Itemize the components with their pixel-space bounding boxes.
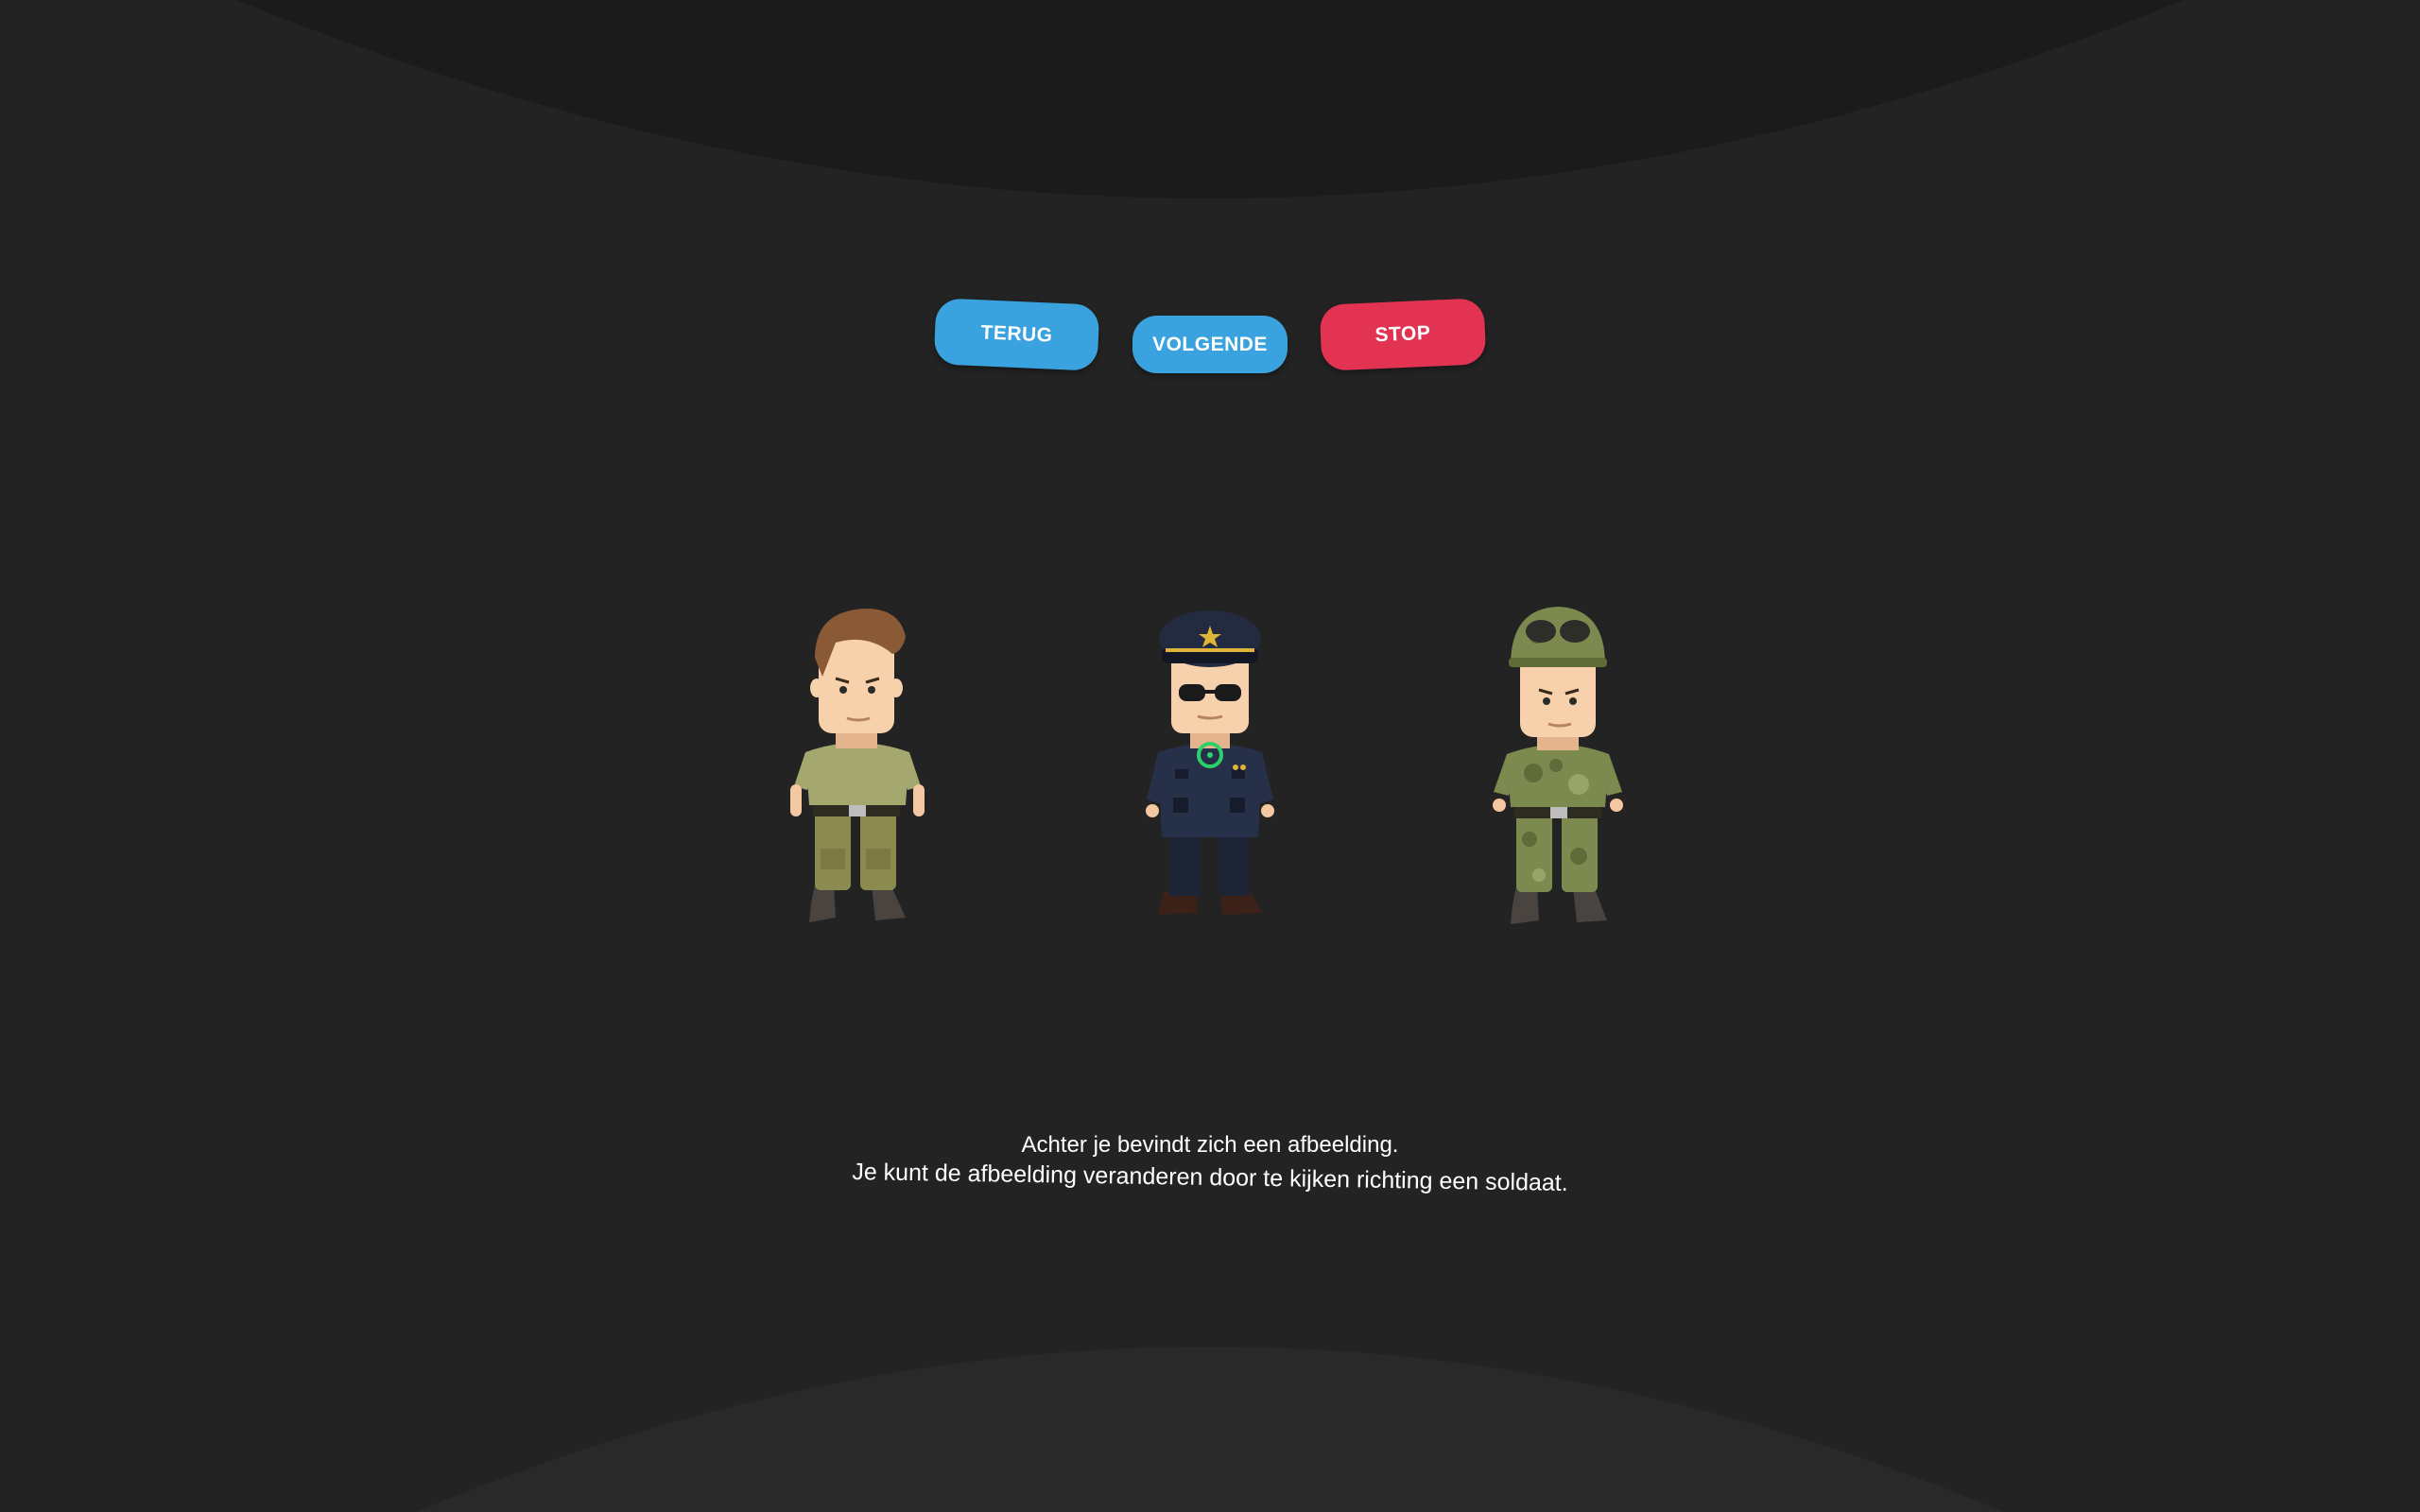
next-button[interactable]: VOLGENDE — [1132, 316, 1288, 373]
top-dome-shadow — [236, 0, 2184, 198]
gaze-cursor — [1197, 742, 1223, 768]
casual-soldier-icon[interactable] — [777, 601, 938, 926]
back-button[interactable]: TERUG — [933, 298, 1100, 371]
bottom-dome-floor — [416, 1347, 2004, 1512]
camo-soldier-icon[interactable] — [1480, 603, 1635, 928]
stop-button[interactable]: STOP — [1319, 298, 1487, 371]
